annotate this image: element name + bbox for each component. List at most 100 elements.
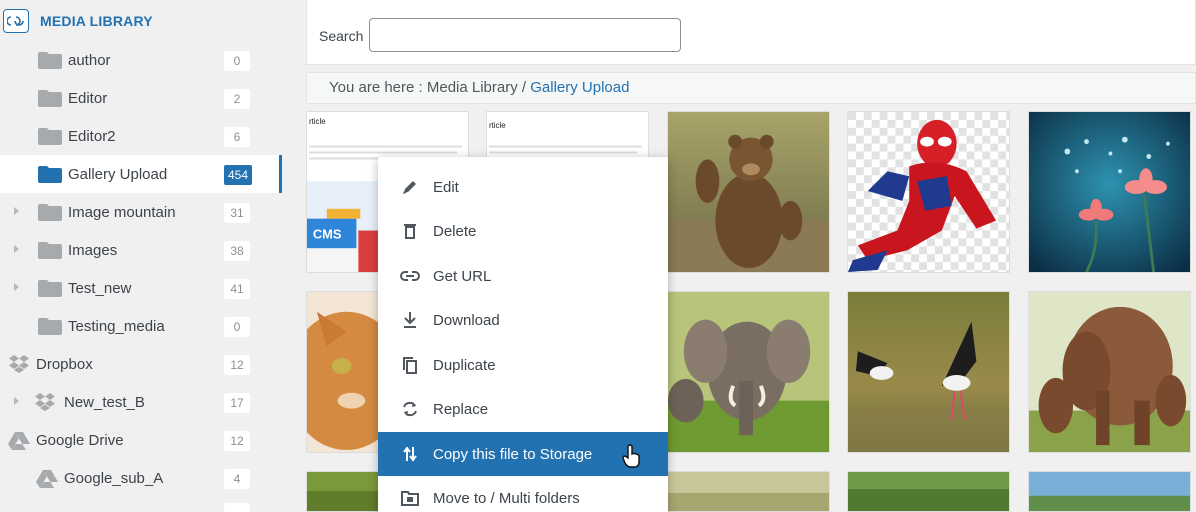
folder-icon bbox=[38, 242, 62, 259]
sidebar-item-label: Google_sub_A bbox=[64, 470, 164, 487]
menu-item-label: Edit bbox=[433, 179, 459, 196]
menu-item-download[interactable]: Download bbox=[378, 298, 668, 342]
sidebar-item-label: Images bbox=[68, 242, 118, 259]
sidebar-item-label: Testing_media bbox=[68, 318, 165, 335]
breadcrumb-prefix: You are here : Media Library / bbox=[329, 79, 527, 96]
breadcrumb-current[interactable]: Gallery Upload bbox=[530, 79, 629, 96]
thumbnail-title: rticle bbox=[309, 117, 326, 126]
sidebar-item-image-mountain[interactable]: Image mountain 31 bbox=[0, 193, 282, 231]
media-thumbnail-birds[interactable] bbox=[847, 291, 1010, 453]
folder-icon bbox=[38, 318, 62, 335]
sidebar-item-label: Image mountain bbox=[68, 204, 176, 221]
dropbox-icon bbox=[34, 393, 58, 411]
google-drive-icon bbox=[8, 432, 32, 450]
menu-item-label: Delete bbox=[433, 223, 477, 240]
sidebar-item-google-sub-a[interactable]: Google_sub_A 4 bbox=[0, 459, 282, 497]
folder-sidebar: MEDIA LIBRARY author 0 Editor 2 Editor2 … bbox=[0, 0, 282, 512]
search-label: Search bbox=[319, 28, 364, 44]
folder-count-badge: 31 bbox=[224, 203, 250, 223]
folder-icon bbox=[38, 128, 62, 145]
menu-item-delete[interactable]: Delete bbox=[378, 209, 668, 253]
folder-icon bbox=[38, 166, 62, 183]
sidebar-item-label: Google Drive bbox=[36, 432, 124, 449]
sidebar-item-editor2[interactable]: Editor2 6 bbox=[0, 117, 282, 155]
sidebar-item-label: Gallery Upload bbox=[68, 166, 168, 183]
expand-arrow-icon[interactable] bbox=[14, 397, 19, 405]
google-drive-icon bbox=[36, 470, 60, 488]
thumbnail-title: rticle bbox=[489, 121, 506, 130]
sidebar-item-label: Editor2 bbox=[68, 128, 116, 145]
menu-item-label: Get URL bbox=[433, 268, 492, 285]
folder-icon bbox=[38, 280, 62, 297]
media-thumbnail-landscape[interactable] bbox=[1028, 471, 1191, 512]
menu-item-label: Move to / Multi folders bbox=[433, 490, 580, 507]
link-icon bbox=[400, 266, 420, 286]
folder-count-badge: 6 bbox=[224, 127, 250, 147]
media-thumbnail-green[interactable] bbox=[847, 471, 1010, 512]
folder-count-badge bbox=[224, 503, 250, 512]
download-icon bbox=[400, 310, 420, 330]
pencil-icon bbox=[400, 177, 420, 197]
folder-count-badge: 2 bbox=[224, 89, 250, 109]
folder-icon bbox=[38, 90, 62, 107]
folder-icon bbox=[38, 52, 62, 69]
media-thumbnail-spiderman[interactable] bbox=[847, 111, 1010, 273]
sidebar-item-testing-media[interactable]: Testing_media 0 bbox=[0, 307, 282, 345]
menu-item-label: Copy this file to Storage bbox=[433, 446, 593, 463]
cms-badge: CMS bbox=[313, 226, 342, 241]
sidebar-item-label: author bbox=[68, 52, 111, 69]
media-thumbnail-field[interactable] bbox=[667, 471, 830, 512]
media-thumbnail-flowers[interactable] bbox=[1028, 111, 1191, 273]
trash-icon bbox=[400, 221, 420, 241]
menu-item-duplicate[interactable]: Duplicate bbox=[378, 343, 668, 387]
menu-item-label: Download bbox=[433, 312, 500, 329]
folder-count-badge: 12 bbox=[224, 431, 250, 451]
folder-count-badge: 12 bbox=[224, 355, 250, 375]
media-library-title: MEDIA LIBRARY bbox=[40, 13, 153, 29]
expand-arrow-icon[interactable] bbox=[14, 283, 19, 291]
sidebar-item-label: New_test_B bbox=[64, 394, 145, 411]
folder-count-badge: 454 bbox=[224, 165, 252, 185]
menu-item-get-url[interactable]: Get URL bbox=[378, 254, 668, 298]
move-folder-icon bbox=[400, 488, 420, 508]
replace-icon bbox=[400, 399, 420, 419]
duplicate-icon bbox=[400, 355, 420, 375]
folder-count-badge: 17 bbox=[224, 393, 250, 413]
breadcrumb: You are here : Media Library / Gallery U… bbox=[306, 72, 1196, 104]
media-library-logo-icon bbox=[3, 9, 29, 33]
menu-item-label: Duplicate bbox=[433, 357, 496, 374]
menu-item-move-to[interactable]: Move to / Multi folders bbox=[378, 476, 668, 512]
media-library-header[interactable]: MEDIA LIBRARY bbox=[0, 0, 282, 40]
sidebar-item-label: Test_new bbox=[68, 280, 132, 297]
search-input[interactable] bbox=[369, 18, 681, 52]
media-thumbnail-bear[interactable] bbox=[667, 111, 830, 273]
expand-arrow-icon[interactable] bbox=[14, 245, 19, 253]
folder-icon bbox=[38, 204, 62, 221]
media-thumbnail-elephants[interactable] bbox=[667, 291, 830, 453]
search-bar: Search bbox=[306, 0, 1196, 65]
menu-item-copy-to-storage[interactable]: Copy this file to Storage bbox=[378, 432, 668, 476]
sidebar-item-author[interactable]: author 0 bbox=[0, 41, 282, 79]
sidebar-item-editor[interactable]: Editor 2 bbox=[0, 79, 282, 117]
sidebar-item-new-test-b[interactable]: New_test_B 17 bbox=[0, 383, 282, 421]
folder-count-badge: 4 bbox=[224, 469, 250, 489]
sidebar-item-gallery-upload[interactable]: Gallery Upload 454 bbox=[0, 155, 282, 193]
folder-count-badge: 38 bbox=[224, 241, 250, 261]
menu-item-edit[interactable]: Edit bbox=[378, 165, 668, 209]
media-thumbnail-elephant-family[interactable] bbox=[1028, 291, 1191, 453]
menu-item-replace[interactable]: Replace bbox=[378, 387, 668, 431]
sidebar-item-label: Dropbox bbox=[36, 356, 93, 373]
sidebar-item-google-drive[interactable]: Google Drive 12 bbox=[0, 421, 282, 459]
sidebar-item-test-new[interactable]: Test_new 41 bbox=[0, 269, 282, 307]
sidebar-item-images[interactable]: Images 38 bbox=[0, 231, 282, 269]
sidebar-item-label: Editor bbox=[68, 90, 108, 107]
dropbox-icon bbox=[8, 355, 32, 373]
expand-arrow-icon[interactable] bbox=[14, 207, 19, 215]
folder-count-badge: 41 bbox=[224, 279, 250, 299]
context-menu: Edit Delete Get URL Download Duplicate R… bbox=[378, 157, 668, 512]
menu-item-label: Replace bbox=[433, 401, 489, 418]
copy-storage-icon bbox=[400, 444, 420, 464]
hand-cursor-icon bbox=[622, 444, 642, 468]
folder-count-badge: 0 bbox=[224, 317, 250, 337]
sidebar-item-dropbox[interactable]: Dropbox 12 bbox=[0, 345, 282, 383]
